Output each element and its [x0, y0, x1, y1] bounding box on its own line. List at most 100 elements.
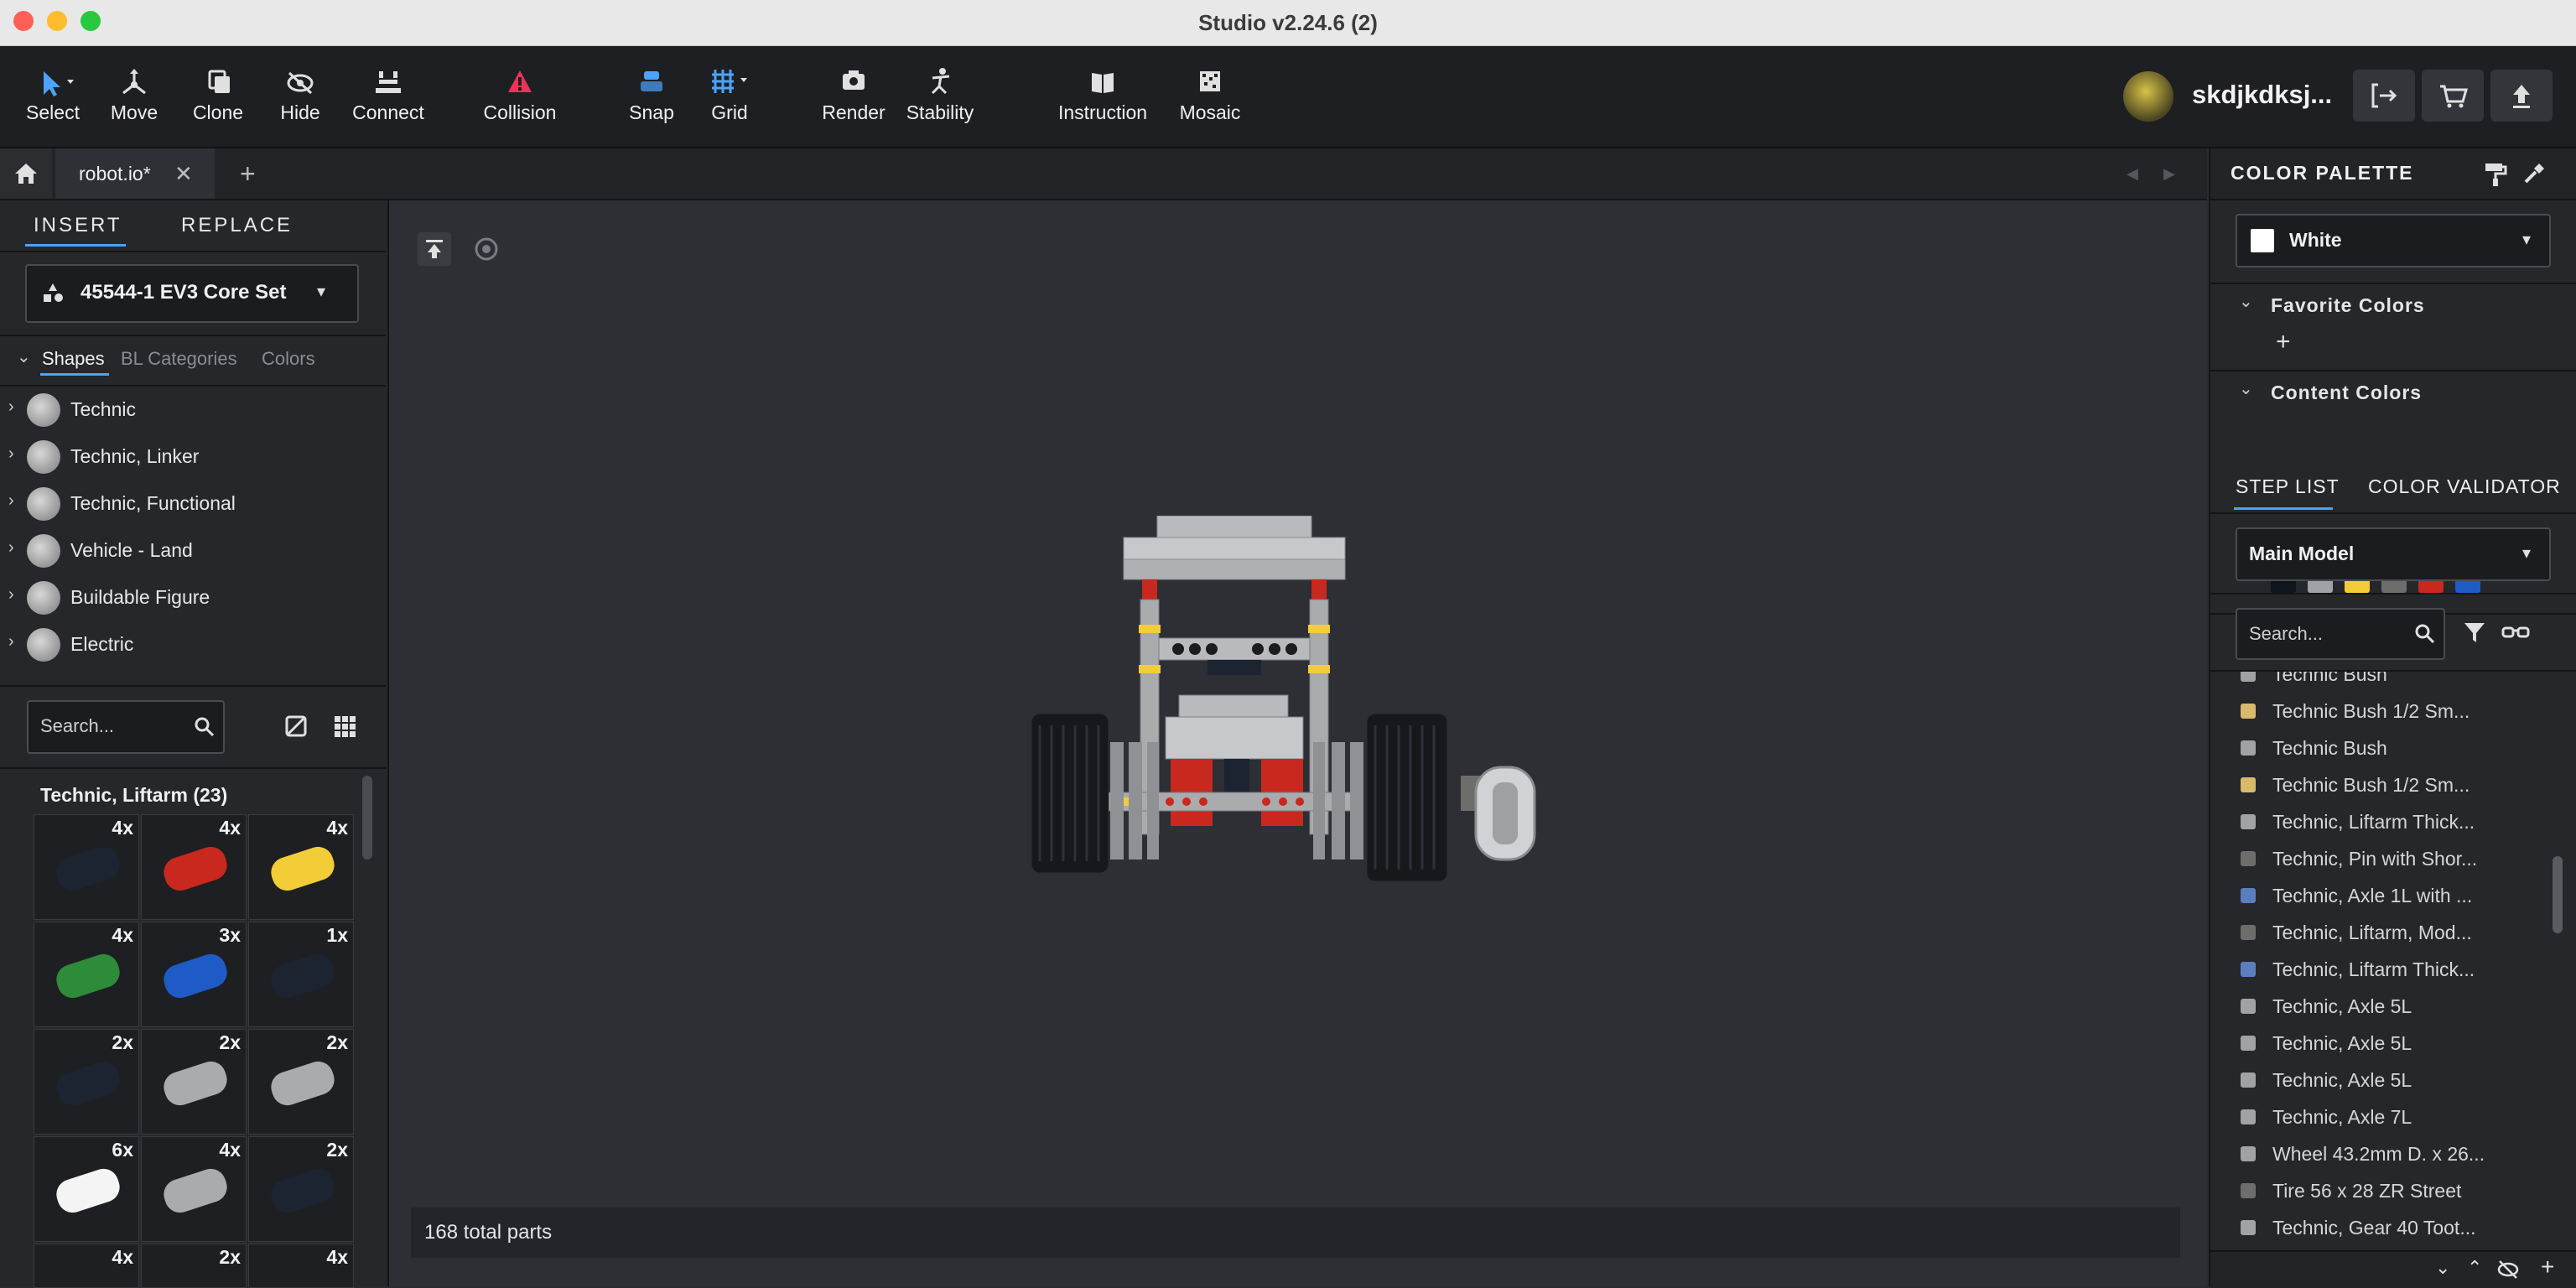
list-item[interactable]: Technic Bush — [2210, 672, 2563, 693]
part-tile[interactable]: 4x — [141, 814, 247, 920]
part-tile[interactable]: 2x — [248, 1029, 354, 1135]
filter-icon[interactable] — [2462, 620, 2487, 645]
close-tab-icon[interactable]: ✕ — [174, 148, 193, 199]
part-tile[interactable]: 3x — [141, 922, 247, 1027]
tab-scroll-left-icon[interactable]: ◀ — [2127, 148, 2138, 199]
list-item[interactable]: Wheel 43.2mm D. x 26... — [2210, 1136, 2563, 1173]
expand-all-icon[interactable]: ⌃ — [2467, 1257, 2482, 1279]
avatar[interactable] — [2123, 71, 2174, 122]
part-tile[interactable]: 1x — [248, 922, 354, 1027]
collapse-chevron-icon[interactable]: ⌄ — [2239, 291, 2253, 312]
part-tile[interactable]: 2x — [34, 1029, 139, 1135]
parts-search-input[interactable]: Search... — [27, 700, 225, 754]
parts-scrollbar[interactable] — [362, 776, 372, 860]
tab-replace[interactable]: REPLACE — [181, 214, 293, 237]
list-item[interactable]: Technic, Axle 5L — [2210, 989, 2563, 1026]
list-item[interactable]: Technic, Axle 7L — [2210, 1099, 2563, 1136]
clone-tool-button[interactable]: Clone — [172, 46, 264, 147]
category-technic-linker[interactable]: › Technic, Linker — [0, 434, 386, 479]
part-tile[interactable]: 4x — [248, 814, 354, 920]
part-tile[interactable]: 2x — [141, 1244, 247, 1288]
sign-out-button[interactable] — [2353, 70, 2415, 122]
list-item[interactable]: Technic, Gear 40 Toot... — [2210, 1210, 2563, 1247]
3d-viewport[interactable]: 168 total parts — [389, 200, 2207, 1286]
list-item[interactable]: Technic Bush — [2210, 730, 2563, 767]
collapse-all-icon[interactable]: ⌄ — [2435, 1257, 2450, 1279]
reset-view-icon[interactable] — [470, 232, 503, 266]
linker-category-icon — [27, 440, 60, 474]
list-item[interactable]: Technic, Liftarm Thick... — [2210, 952, 2563, 989]
eyedropper-icon[interactable] — [2519, 160, 2546, 187]
liftarm-part-icon — [159, 950, 231, 1002]
part-tile[interactable]: 2x — [141, 1029, 247, 1135]
subtab-colors[interactable]: Colors — [262, 348, 315, 370]
collapse-chevron-icon[interactable]: ⌄ — [17, 346, 31, 367]
collapse-chevron-icon[interactable]: ⌄ — [2239, 378, 2253, 399]
collision-tool-button[interactable]: Collision — [474, 46, 566, 147]
step-search-input[interactable]: Search... — [2236, 608, 2445, 660]
grid-icon — [683, 66, 776, 100]
part-count: 2x — [219, 1246, 241, 1268]
list-item[interactable]: Technic, Axle 5L — [2210, 1062, 2563, 1099]
add-step-button[interactable]: + — [2541, 1254, 2554, 1280]
part-tile[interactable]: 4x — [34, 922, 139, 1027]
paint-roller-icon[interactable] — [2482, 160, 2509, 187]
eye-slash-icon[interactable] — [2496, 1259, 2521, 1280]
tab-robot-io[interactable]: robot.io* ✕ — [55, 148, 215, 199]
subtab-shapes[interactable]: Shapes — [42, 348, 105, 370]
set-selector-dropdown[interactable]: 45544-1 EV3 Core Set ▾ — [25, 264, 359, 323]
model-selector-dropdown[interactable]: Main Model ▾ — [2236, 527, 2551, 581]
new-tab-button[interactable]: + — [240, 148, 256, 199]
username-label[interactable]: skdjkdksj... — [2192, 80, 2332, 110]
part-tile[interactable]: 6x — [34, 1136, 139, 1242]
list-item[interactable]: Technic, Pin with Shor... — [2210, 841, 2563, 878]
stability-tool-button[interactable]: Stability — [894, 46, 986, 147]
step-list-scrollbar[interactable] — [2553, 856, 2563, 933]
list-item[interactable]: Technic, Axle 5L — [2210, 1026, 2563, 1062]
color-selector-dropdown[interactable]: White ▾ — [2236, 214, 2551, 267]
instruction-tool-button[interactable]: Instruction — [1057, 46, 1149, 147]
part-tile[interactable]: 4x — [34, 814, 139, 920]
category-vehicle-land[interactable]: › Vehicle - Land — [0, 527, 386, 573]
list-item[interactable]: Technic, Axle 1L with ... — [2210, 878, 2563, 915]
glasses-icon[interactable] — [2501, 620, 2531, 645]
mosaic-tool-button[interactable]: Mosaic — [1164, 46, 1256, 147]
list-item[interactable]: Technic, Liftarm Thick... — [2210, 804, 2563, 841]
tab-step-list[interactable]: STEP LIST — [2236, 475, 2340, 498]
list-item[interactable]: Tire 56 x 28 ZR Street — [2210, 1173, 2563, 1210]
tab-color-validator[interactable]: COLOR VALIDATOR — [2368, 475, 2561, 498]
color-chip — [2241, 1036, 2256, 1051]
tab-insert[interactable]: INSERT — [34, 214, 122, 237]
home-icon — [15, 164, 37, 184]
upload-button[interactable] — [2490, 70, 2553, 122]
connect-tool-button[interactable]: Connect — [342, 46, 434, 147]
robot-model[interactable] — [1023, 516, 1644, 935]
list-item[interactable]: Technic Bush 1/2 Sm... — [2210, 693, 2563, 730]
select-tool-button[interactable]: Select — [7, 46, 99, 147]
window-titlebar: Studio v2.24.6 (2) — [0, 0, 2576, 46]
grid-view-icon[interactable] — [332, 714, 359, 740]
render-tool-button[interactable]: Render — [808, 46, 900, 147]
tab-scroll-right-icon[interactable]: ▶ — [2163, 148, 2175, 199]
category-buildable-figure[interactable]: › Buildable Figure — [0, 574, 386, 620]
hide-tool-button[interactable]: Hide — [254, 46, 346, 147]
grid-tool-button[interactable]: Grid — [683, 46, 776, 147]
align-top-button[interactable] — [418, 232, 451, 266]
filter-parts-icon[interactable] — [283, 714, 310, 740]
move-tool-button[interactable]: Move — [88, 46, 180, 147]
category-electric[interactable]: › Electric — [0, 621, 386, 667]
list-item[interactable]: Technic, Liftarm, Mod... — [2210, 915, 2563, 952]
subtab-bl-categories[interactable]: BL Categories — [121, 348, 237, 370]
chevron-right-icon: › — [8, 632, 14, 651]
add-favorite-color-button[interactable]: + — [2276, 328, 2291, 356]
home-button[interactable] — [0, 148, 52, 199]
category-technic[interactable]: › Technic — [0, 387, 386, 432]
cart-button[interactable] — [2422, 70, 2484, 122]
part-tile[interactable]: 2x — [248, 1136, 354, 1242]
part-tile[interactable]: 4x — [34, 1244, 139, 1288]
part-tile[interactable]: 4x — [248, 1244, 354, 1288]
color-chip — [2241, 925, 2256, 940]
part-tile[interactable]: 4x — [141, 1136, 247, 1242]
category-technic-functional[interactable]: › Technic, Functional — [0, 480, 386, 526]
list-item[interactable]: Technic Bush 1/2 Sm... — [2210, 767, 2563, 804]
